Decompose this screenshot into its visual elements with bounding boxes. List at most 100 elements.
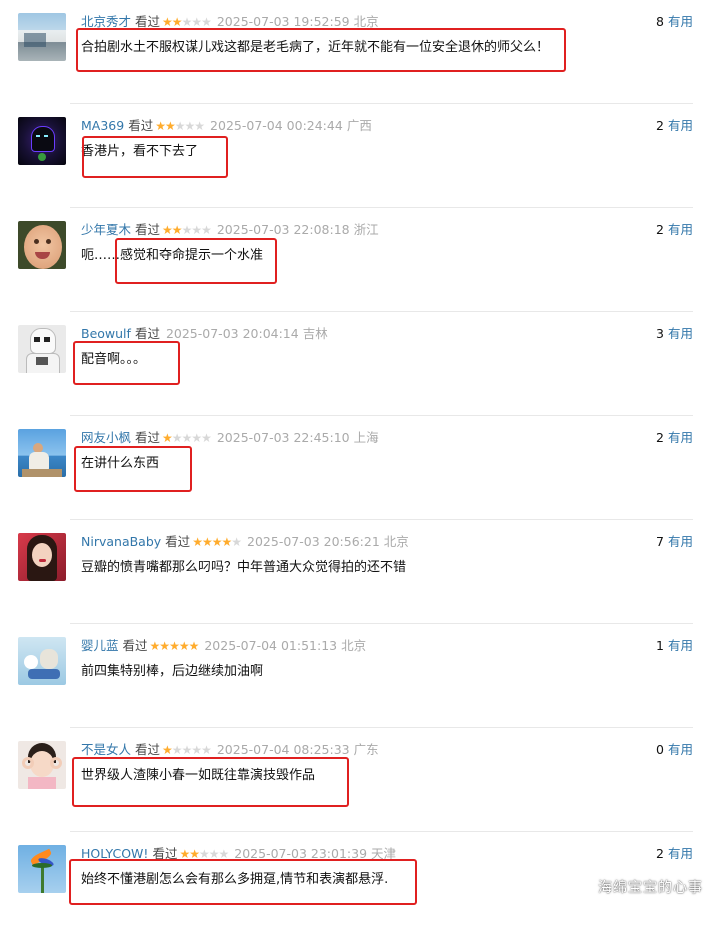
watch-status: 看过 <box>134 326 160 341</box>
review-location: 广西 <box>346 118 372 133</box>
watch-status: 看过 <box>122 638 148 653</box>
star-filled-icon: ★ <box>178 639 190 653</box>
useful-vote-button[interactable]: 8 有用 <box>656 14 693 30</box>
user-avatar[interactable] <box>18 429 66 477</box>
vote-label: 有用 <box>667 638 693 653</box>
star-empty-icon: ★ <box>201 431 212 445</box>
username-link[interactable]: NirvanaBaby <box>81 534 161 549</box>
useful-vote-button[interactable]: 2 有用 <box>656 846 693 862</box>
review-item: Beowulf 看过 2025-07-03 20:04:14 吉林 3 有用 配音啊。。。 <box>0 312 711 416</box>
highlight-box <box>76 28 566 72</box>
star-empty-icon: ★ <box>201 743 212 757</box>
review-time: 2025-07-03 19:52:59 <box>216 14 350 29</box>
watch-status: 看过 <box>165 534 191 549</box>
review-time: 2025-07-03 22:08:18 <box>216 222 350 237</box>
useful-vote-button[interactable]: 2 有用 <box>656 118 693 134</box>
useful-vote-button[interactable]: 2 有用 <box>656 430 693 446</box>
useful-vote-button[interactable]: 3 有用 <box>656 326 693 342</box>
user-avatar[interactable] <box>18 221 66 269</box>
review-item: 不是女人 看过 ★★★★★ 2025-07-04 08:25:33 广东 0 有用 世界级人渣… <box>0 728 711 832</box>
star-empty-icon: ★ <box>191 431 202 445</box>
vote-label: 有用 <box>667 742 693 757</box>
review-location: 广东 <box>353 742 379 757</box>
star-empty-icon: ★ <box>201 223 212 237</box>
review-time: 2025-07-03 20:56:21 <box>247 534 380 549</box>
vote-count: 7 <box>656 534 664 549</box>
review-location: 北京 <box>341 638 367 653</box>
review-item: 婴儿蓝 看过 ★★★★★ 2025-07-04 01:51:13 北京 1 有用 前四集特别棒… <box>0 624 711 728</box>
review-item: 北京秀才 看过 ★★★★★ 2025-07-03 19:52:59 北京 8 有用 合拍剧水土… <box>0 0 711 104</box>
vote-label: 有用 <box>667 222 693 237</box>
star-empty-icon: ★ <box>181 431 193 445</box>
user-avatar[interactable] <box>18 741 66 789</box>
watch-status: 看过 <box>135 430 161 445</box>
review-meta: Beowulf 看过 2025-07-03 20:04:14 吉林 <box>81 326 328 342</box>
star-filled-icon: ★ <box>162 15 173 29</box>
star-filled-icon: ★ <box>159 639 170 653</box>
useful-vote-button[interactable]: 7 有用 <box>656 534 693 550</box>
watch-status: 看过 <box>135 14 161 29</box>
highlight-box <box>73 341 180 385</box>
star-empty-icon: ★ <box>191 15 202 29</box>
username-link[interactable]: 北京秀才 <box>81 14 131 29</box>
vote-count: 0 <box>656 742 664 757</box>
watch-status: 看过 <box>128 118 154 133</box>
star-empty-icon: ★ <box>194 119 205 133</box>
useful-vote-button[interactable]: 0 有用 <box>656 742 693 758</box>
star-filled-icon: ★ <box>192 535 203 549</box>
star-filled-icon: ★ <box>149 639 161 653</box>
star-filled-icon: ★ <box>162 223 173 237</box>
star-empty-icon: ★ <box>181 223 193 237</box>
review-time: 2025-07-03 22:45:10 <box>216 430 350 445</box>
username-link[interactable]: 少年夏木 <box>81 222 131 237</box>
review-item: 少年夏木 看过 ★★★★★ 2025-07-03 22:08:18 浙江 2 有用 呃……感觉… <box>0 208 711 312</box>
star-filled-icon: ★ <box>162 431 173 445</box>
vote-count: 8 <box>656 14 664 29</box>
review-location: 北京 <box>353 14 379 29</box>
user-avatar[interactable] <box>18 533 66 581</box>
review-time: 2025-07-04 08:25:33 <box>216 742 350 757</box>
vote-label: 有用 <box>667 430 693 445</box>
watch-status: 看过 <box>135 222 161 237</box>
review-location: 上海 <box>353 430 379 445</box>
star-empty-icon: ★ <box>171 431 183 445</box>
vote-label: 有用 <box>667 534 693 549</box>
star-filled-icon: ★ <box>221 535 232 549</box>
review-item: NirvanaBaby 看过 ★★★★★ 2025-07-03 20:56:21 北京 7… <box>0 520 711 624</box>
highlight-box <box>115 238 277 284</box>
user-avatar[interactable] <box>18 117 66 165</box>
user-avatar[interactable] <box>18 325 66 373</box>
review-time: 2025-07-04 00:24:44 <box>210 118 343 133</box>
user-avatar[interactable] <box>18 637 66 685</box>
review-time: 2025-07-04 01:51:13 <box>204 638 338 653</box>
review-meta: 网友小枫 看过 ★★★★★ 2025-07-03 22:45:10 上海 <box>81 430 379 446</box>
username-link[interactable]: 婴儿蓝 <box>81 638 119 653</box>
comment-text: 豆瓣的愤青嘴都那么叼吗？中年普通大众觉得拍的还不错 <box>81 560 407 575</box>
useful-vote-button[interactable]: 1 有用 <box>656 638 693 654</box>
review-item: MA369 看过 ★★★★★ 2025-07-04 00:24:44 广西 2 有用 香港片，… <box>0 104 711 208</box>
star-filled-icon: ★ <box>201 535 213 549</box>
useful-vote-button[interactable]: 2 有用 <box>656 222 693 238</box>
user-avatar[interactable] <box>18 13 66 61</box>
username-link[interactable]: MA369 <box>81 118 124 133</box>
rating-stars: ★★★★★ <box>162 742 212 758</box>
user-avatar[interactable] <box>18 845 66 893</box>
highlight-box <box>74 446 192 492</box>
vote-count: 2 <box>656 430 664 445</box>
username-link[interactable]: 不是女人 <box>81 742 131 757</box>
review-meta: 少年夏木 看过 ★★★★★ 2025-07-03 22:08:18 浙江 <box>81 222 379 238</box>
vote-count: 2 <box>656 222 664 237</box>
rating-stars: ★★★★★ <box>155 118 205 134</box>
vote-label: 有用 <box>667 14 693 29</box>
vote-count: 3 <box>656 326 664 341</box>
star-empty-icon: ★ <box>191 223 202 237</box>
star-empty-icon: ★ <box>191 743 202 757</box>
star-empty-icon: ★ <box>184 119 196 133</box>
username-link[interactable]: 网友小枫 <box>81 430 131 445</box>
watch-status: 看过 <box>135 742 161 757</box>
highlight-box <box>72 757 349 807</box>
star-filled-icon: ★ <box>169 639 180 653</box>
star-empty-icon: ★ <box>201 15 212 29</box>
review-item: 网友小枫 看过 ★★★★★ 2025-07-03 22:45:10 上海 2 有用 在讲什么东… <box>0 416 711 520</box>
username-link[interactable]: Beowulf <box>81 326 131 341</box>
